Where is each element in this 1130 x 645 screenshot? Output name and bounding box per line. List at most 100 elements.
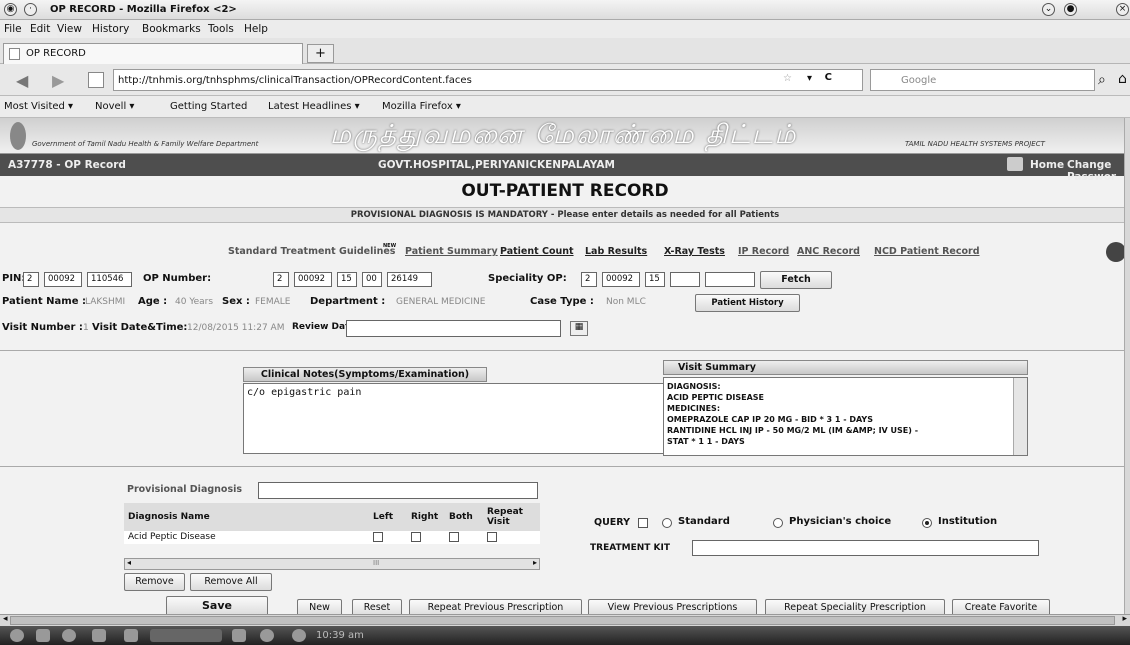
new-badge: NEW: [383, 243, 397, 249]
volume-icon[interactable]: [232, 629, 246, 642]
remove-button[interactable]: Remove: [124, 573, 185, 591]
summary-scrollbar[interactable]: [1013, 378, 1027, 455]
home-link[interactable]: Home: [1030, 159, 1064, 171]
speciality-op-field-1[interactable]: 2: [581, 272, 597, 287]
minimize-icon[interactable]: ⌄: [1042, 3, 1055, 16]
scroll-left-icon[interactable]: ◂: [127, 558, 131, 567]
scroll-right-icon[interactable]: ▸: [533, 558, 537, 567]
link-ip-record[interactable]: IP Record: [738, 246, 789, 257]
speciality-op-field-2[interactable]: 00092: [602, 272, 640, 287]
speciality-op-field-3[interactable]: 15: [645, 272, 665, 287]
vertical-scrollbar[interactable]: [1124, 118, 1130, 614]
repeat-visit-checkbox[interactable]: [487, 532, 497, 542]
reload-icon[interactable]: C: [825, 72, 832, 83]
clinical-notes-textarea[interactable]: c/o epigastric pain: [243, 383, 687, 454]
link-patient-count[interactable]: Patient Count: [500, 246, 574, 257]
link-lab-results[interactable]: Lab Results: [585, 246, 647, 257]
menu-view[interactable]: View: [57, 23, 82, 35]
table-row[interactable]: Acid Peptic Disease: [124, 531, 540, 544]
window-titlebar: ◉ · OP RECORD - Mozilla Firefox <2> ⌄ ● …: [0, 0, 1130, 20]
url-dropdown-icon[interactable]: ▾: [807, 73, 812, 84]
clinical-notes-text: c/o epigastric pain: [247, 387, 362, 398]
pin-label: PIN:: [2, 273, 26, 284]
op-number-field-1[interactable]: 2: [273, 272, 289, 287]
left-checkbox[interactable]: [373, 532, 383, 542]
tab-op-record[interactable]: OP RECORD: [3, 43, 303, 64]
radio-standard[interactable]: [662, 518, 672, 528]
both-checkbox[interactable]: [449, 532, 459, 542]
desktop-icon[interactable]: [36, 629, 50, 642]
calendar-icon[interactable]: ▦: [570, 321, 588, 336]
help-icon[interactable]: [260, 629, 274, 642]
url-bar[interactable]: http://tnhmis.org/tnhsphms/clinicalTrans…: [113, 69, 863, 91]
search-input[interactable]: Google: [870, 69, 1095, 91]
workspace-switcher[interactable]: [150, 629, 222, 642]
link-ncd-patient-record[interactable]: NCD Patient Record: [874, 246, 980, 257]
bookmark-most-visited[interactable]: Most Visited ▾: [4, 101, 73, 112]
visit-summary-box[interactable]: DIAGNOSIS: ACID PEPTIC DISEASE MEDICINES…: [663, 377, 1028, 456]
speciality-op-field-4[interactable]: [670, 272, 700, 287]
link-xray-tests[interactable]: X-Ray Tests: [664, 246, 725, 257]
network-icon[interactable]: [292, 629, 306, 642]
treatment-kit-input[interactable]: [692, 540, 1039, 556]
op-number-field-2[interactable]: 00092: [294, 272, 332, 287]
start-menu-icon[interactable]: [10, 629, 24, 642]
review-date-input[interactable]: [346, 320, 561, 337]
speciality-op-field-5[interactable]: [705, 272, 755, 287]
scroll-right-icon[interactable]: ▸: [1122, 614, 1127, 624]
bookmark-latest-headlines[interactable]: Latest Headlines ▾: [268, 101, 360, 112]
back-arrow-icon[interactable]: ◀: [16, 71, 28, 90]
pin-field-1[interactable]: 2: [23, 272, 39, 287]
menu-edit[interactable]: Edit: [30, 23, 50, 35]
save-button[interactable]: Save: [166, 596, 268, 616]
menu-file[interactable]: File: [4, 23, 22, 35]
scroll-left-icon[interactable]: ◂: [3, 614, 8, 624]
bookmark-novell[interactable]: Novell ▾: [95, 101, 134, 112]
close-icon[interactable]: ×: [1116, 3, 1129, 16]
radio-institution[interactable]: [922, 518, 932, 528]
home-icon[interactable]: ⌂: [1118, 71, 1127, 87]
scroll-thumb[interactable]: III: [373, 559, 379, 567]
bookmark-star-icon[interactable]: ☆: [783, 73, 792, 84]
diagnosis-table-scrollbar[interactable]: ◂ III ▸: [124, 558, 540, 570]
forward-arrow-icon[interactable]: ▶: [52, 71, 64, 90]
new-tab-button[interactable]: +: [307, 44, 334, 63]
maximize-icon[interactable]: ●: [1064, 3, 1077, 16]
horizontal-scrollbar[interactable]: ◂ ▸: [0, 614, 1130, 626]
window-menu-icon[interactable]: ·: [24, 3, 37, 16]
bookmark-mozilla-firefox[interactable]: Mozilla Firefox ▾: [382, 101, 461, 112]
home-page-icon[interactable]: [1007, 157, 1023, 171]
bookmarks-toolbar: Most Visited ▾ Novell ▾ Getting Started …: [0, 96, 1130, 118]
radio-institution-label: Institution: [938, 516, 998, 527]
browser-icon[interactable]: [62, 629, 76, 642]
pin-field-3[interactable]: 110546: [87, 272, 132, 287]
search-icon[interactable]: ⌕: [1098, 72, 1106, 88]
site-identity-icon[interactable]: [88, 72, 104, 88]
menu-bookmarks[interactable]: Bookmarks: [142, 23, 201, 35]
firefox-icon[interactable]: ◉: [4, 3, 17, 16]
change-password-link[interactable]: Change Passwor: [1067, 159, 1130, 183]
remove-all-button[interactable]: Remove All: [190, 573, 272, 591]
link-patient-summary[interactable]: Patient Summary: [405, 246, 498, 257]
printer-icon[interactable]: [124, 629, 138, 642]
provisional-diagnosis-input[interactable]: [258, 482, 538, 499]
banner-project-text: TAMIL NADU HEALTH SYSTEMS PROJECT: [905, 140, 1045, 148]
op-number-field-3[interactable]: 15: [337, 272, 357, 287]
menu-help[interactable]: Help: [244, 23, 268, 35]
op-number-field-4[interactable]: 00: [362, 272, 382, 287]
menu-history[interactable]: History: [92, 23, 129, 35]
op-number-field-5[interactable]: 26149: [387, 272, 432, 287]
fetch-button[interactable]: Fetch: [760, 271, 832, 289]
menu-tools[interactable]: Tools: [208, 23, 234, 35]
patient-history-button[interactable]: Patient History: [695, 294, 800, 312]
clinical-notes-header: Clinical Notes(Symptoms/Examination): [243, 367, 487, 382]
print-icon[interactable]: [1106, 242, 1126, 262]
query-checkbox[interactable]: [638, 518, 648, 528]
scroll-thumb[interactable]: [10, 616, 1115, 625]
pin-field-2[interactable]: 00092: [44, 272, 82, 287]
right-checkbox[interactable]: [411, 532, 421, 542]
files-icon[interactable]: [92, 629, 106, 642]
radio-physicians-choice[interactable]: [773, 518, 783, 528]
bookmark-getting-started[interactable]: Getting Started: [170, 101, 247, 112]
link-anc-record[interactable]: ANC Record: [797, 246, 860, 257]
